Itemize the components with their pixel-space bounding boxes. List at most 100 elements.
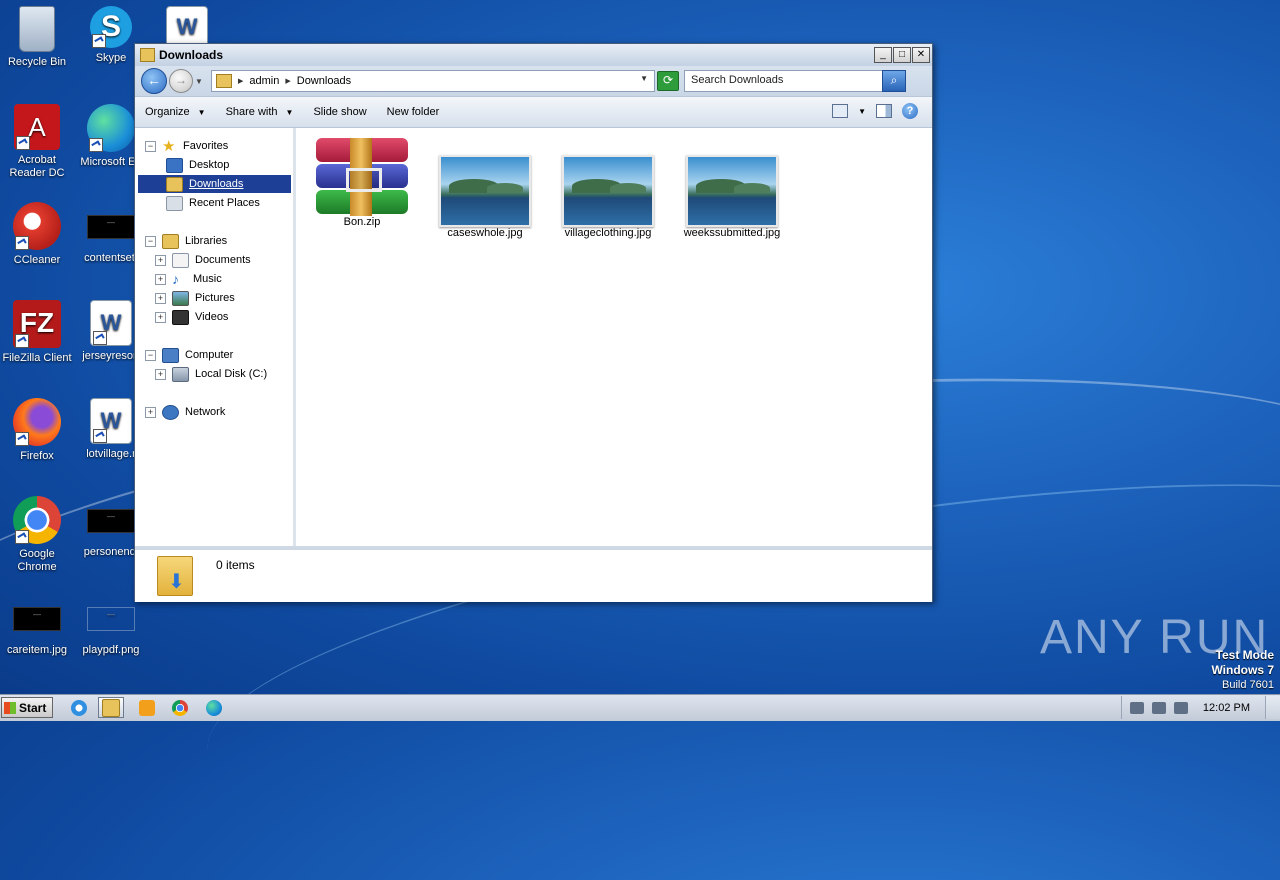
file-item[interactable]: Bon.zip: [312, 138, 412, 228]
desktop-icon-filezilla[interactable]: FZ FileZilla Client: [0, 300, 74, 365]
breadcrumb-item-admin[interactable]: admin: [249, 75, 279, 87]
expand-icon[interactable]: +: [145, 406, 156, 418]
desktop-icon-label: Recycle Bin: [7, 56, 67, 68]
address-bar[interactable]: ▶ admin ▶ Downloads ▼: [211, 70, 655, 92]
clock[interactable]: 12:02 PM: [1203, 702, 1250, 714]
taskbar-media-player[interactable]: [134, 697, 160, 718]
chevron-right-icon[interactable]: ▶: [238, 77, 243, 85]
pictures-icon: [172, 290, 189, 306]
media-player-icon: [139, 699, 155, 716]
nav-item-music[interactable]: + ♪ Music: [155, 270, 222, 288]
start-button[interactable]: Start: [1, 697, 53, 718]
navigation-pane[interactable]: − ★ Favorites Desktop Downloads Recent P…: [135, 128, 296, 546]
build-label: Build 7601: [1222, 679, 1274, 691]
desktop-icon-playpdf[interactable]: playpdf.png: [74, 594, 148, 657]
refresh-icon[interactable]: ⟳: [657, 71, 679, 91]
share-with-menu[interactable]: Share with ▼: [216, 97, 304, 127]
nav-label: Recent Places: [189, 197, 260, 209]
organize-menu[interactable]: Organize ▼: [135, 97, 216, 127]
nav-item-pictures[interactable]: + Pictures: [155, 289, 235, 307]
collapse-icon[interactable]: −: [145, 349, 156, 361]
desktop-icon-careitem[interactable]: careitem.jpg: [0, 594, 74, 657]
taskbar-chrome[interactable]: [167, 697, 193, 718]
explorer-window[interactable]: Downloads _ □ ✕ ← → ▼ ▶ admin ▶ Download…: [134, 43, 933, 602]
expand-icon[interactable]: +: [155, 273, 166, 285]
share-with-label: Share with: [225, 106, 278, 118]
collapse-icon[interactable]: −: [145, 235, 156, 247]
downloads-folder-icon: [166, 176, 183, 192]
close-button[interactable]: ✕: [912, 47, 930, 63]
recent-pages-dropdown[interactable]: ▼: [195, 77, 203, 86]
breadcrumb-item-downloads[interactable]: Downloads: [297, 75, 351, 87]
nav-item-local-disk[interactable]: + Local Disk (C:): [155, 365, 267, 383]
nav-item-desktop[interactable]: Desktop: [166, 156, 229, 174]
network-tray-icon[interactable]: [1152, 701, 1166, 714]
new-folder-label: New folder: [386, 106, 440, 118]
system-tray: 12:02 PM: [1121, 696, 1280, 719]
file-item[interactable]: villageclothing.jpg: [558, 155, 658, 239]
collapse-icon[interactable]: −: [145, 140, 156, 152]
address-dropdown-icon[interactable]: ▼: [640, 74, 648, 83]
forward-button[interactable]: →: [169, 69, 193, 93]
slide-show-label: Slide show: [313, 106, 367, 118]
breadcrumb: ▶ admin ▶ Downloads: [238, 75, 351, 87]
file-list[interactable]: Bon.zip caseswhole.jpg villageclothing.j…: [296, 128, 932, 546]
file-item[interactable]: caseswhole.jpg: [435, 155, 535, 239]
desktop-icon-ccleaner[interactable]: CCleaner: [0, 202, 74, 267]
taskbar-ie[interactable]: [66, 697, 92, 718]
nav-label: Music: [193, 273, 222, 285]
search-input[interactable]: [685, 71, 887, 89]
skype-icon: S: [90, 6, 132, 48]
internet-explorer-icon: [71, 699, 87, 716]
preview-pane-icon[interactable]: [876, 104, 892, 118]
recent-places-icon: [166, 195, 183, 211]
folder-icon: [102, 698, 120, 717]
show-desktop-button[interactable]: [1265, 696, 1280, 719]
image-thumbnail: [87, 607, 135, 631]
nav-label: Downloads: [189, 178, 244, 190]
new-folder-button[interactable]: New folder: [377, 97, 450, 127]
nav-item-documents[interactable]: + Documents: [155, 251, 251, 269]
expand-icon[interactable]: +: [155, 254, 166, 266]
nav-item-videos[interactable]: + Videos: [155, 308, 228, 326]
taskbar-explorer[interactable]: [98, 697, 124, 718]
desktop-icon-label: playpdf.png: [82, 644, 140, 656]
nav-item-network[interactable]: + Network: [145, 403, 225, 421]
change-view-icon[interactable]: [832, 104, 849, 118]
nav-item-favorites[interactable]: − ★ Favorites: [145, 137, 228, 155]
desktop-icon-recycle-bin[interactable]: Recycle Bin: [0, 6, 74, 69]
expand-icon[interactable]: +: [155, 368, 166, 380]
nav-item-libraries[interactable]: − Libraries: [145, 232, 227, 250]
computer-icon: [162, 347, 179, 363]
expand-icon[interactable]: +: [155, 292, 166, 304]
desktop-icon-chrome[interactable]: Google Chrome: [0, 496, 74, 574]
file-name: Bon.zip: [343, 216, 381, 228]
test-mode-label: Test Mode: [1215, 648, 1274, 662]
speaker-icon[interactable]: [1130, 701, 1144, 714]
slide-show-button[interactable]: Slide show: [303, 97, 376, 127]
taskbar-edge[interactable]: [201, 697, 227, 718]
nav-item-downloads[interactable]: Downloads: [138, 175, 291, 193]
details-pane: 0 items: [135, 549, 932, 602]
minimize-button[interactable]: _: [874, 47, 892, 63]
file-item[interactable]: weekssubmitted.jpg: [680, 155, 784, 239]
help-icon[interactable]: ?: [902, 103, 918, 119]
desktop-icon-acrobat[interactable]: A Acrobat Reader DC: [0, 104, 74, 180]
expand-icon[interactable]: +: [155, 311, 166, 323]
nav-item-computer[interactable]: − Computer: [145, 346, 233, 364]
title-bar[interactable]: Downloads _ □ ✕: [135, 44, 932, 66]
windows-logo-icon: [4, 701, 16, 714]
search-icon[interactable]: ⌕: [882, 70, 906, 92]
desktop-icon-label: Firefox: [20, 450, 54, 462]
firefox-icon: [13, 398, 61, 446]
chevron-right-icon[interactable]: ▶: [285, 77, 290, 85]
flag-icon[interactable]: [1174, 701, 1188, 714]
desktop-icon-firefox[interactable]: Firefox: [0, 398, 74, 463]
chevron-down-icon[interactable]: ▼: [858, 107, 866, 116]
back-button[interactable]: ←: [141, 68, 167, 94]
nav-item-recent-places[interactable]: Recent Places: [166, 194, 260, 212]
videos-icon: [172, 309, 189, 325]
search-box[interactable]: ⌕: [684, 70, 906, 92]
nav-label: Local Disk (C:): [195, 368, 268, 380]
maximize-button[interactable]: □: [893, 47, 911, 63]
